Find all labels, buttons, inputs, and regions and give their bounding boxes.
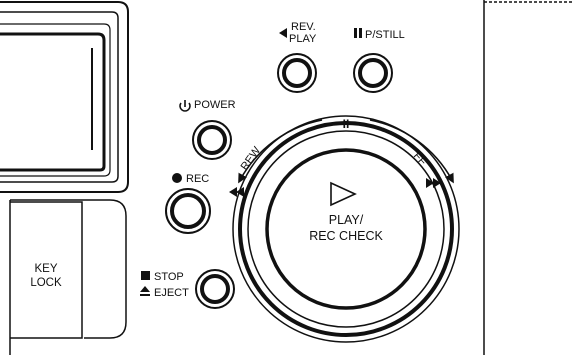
rewind-icon <box>229 187 244 197</box>
pause-bars-icon <box>354 28 362 38</box>
key-lock-label-line1: KEY <box>34 263 57 275</box>
rev-play-button[interactable] <box>277 53 317 93</box>
key-lock-panel <box>9 199 127 355</box>
stop-eject-button[interactable] <box>195 269 235 309</box>
power-button[interactable] <box>192 120 232 160</box>
power-label: POWER <box>194 99 236 111</box>
pause-still-button[interactable] <box>353 53 393 93</box>
display-window-housing <box>0 1 129 193</box>
pause-still-label: P/STILL <box>365 29 405 41</box>
eject-icon <box>140 286 150 296</box>
key-lock-label-line2: LOCK <box>30 277 62 289</box>
reverse-triangle-icon <box>279 28 287 38</box>
power-symbol-icon <box>179 100 191 112</box>
vcr-control-panel-diagram: REV. PLAY P/STILL POWER REC STOP EJECT P… <box>0 0 574 355</box>
rec-label: REC <box>186 173 209 185</box>
stop-label: STOP <box>154 271 184 283</box>
play-label: PLAY/ <box>329 213 364 227</box>
rec-check-label: REC CHECK <box>309 229 383 243</box>
eject-label: EJECT <box>154 287 189 299</box>
rev-play-label-line2: PLAY <box>289 33 317 45</box>
rec-button[interactable] <box>165 188 211 234</box>
record-dot-icon <box>172 173 182 183</box>
ff-label: FF <box>411 150 429 168</box>
stop-square-icon <box>141 271 150 280</box>
rev-play-label-line1: REV. <box>291 21 316 33</box>
pause-mark-label: II <box>343 117 350 131</box>
